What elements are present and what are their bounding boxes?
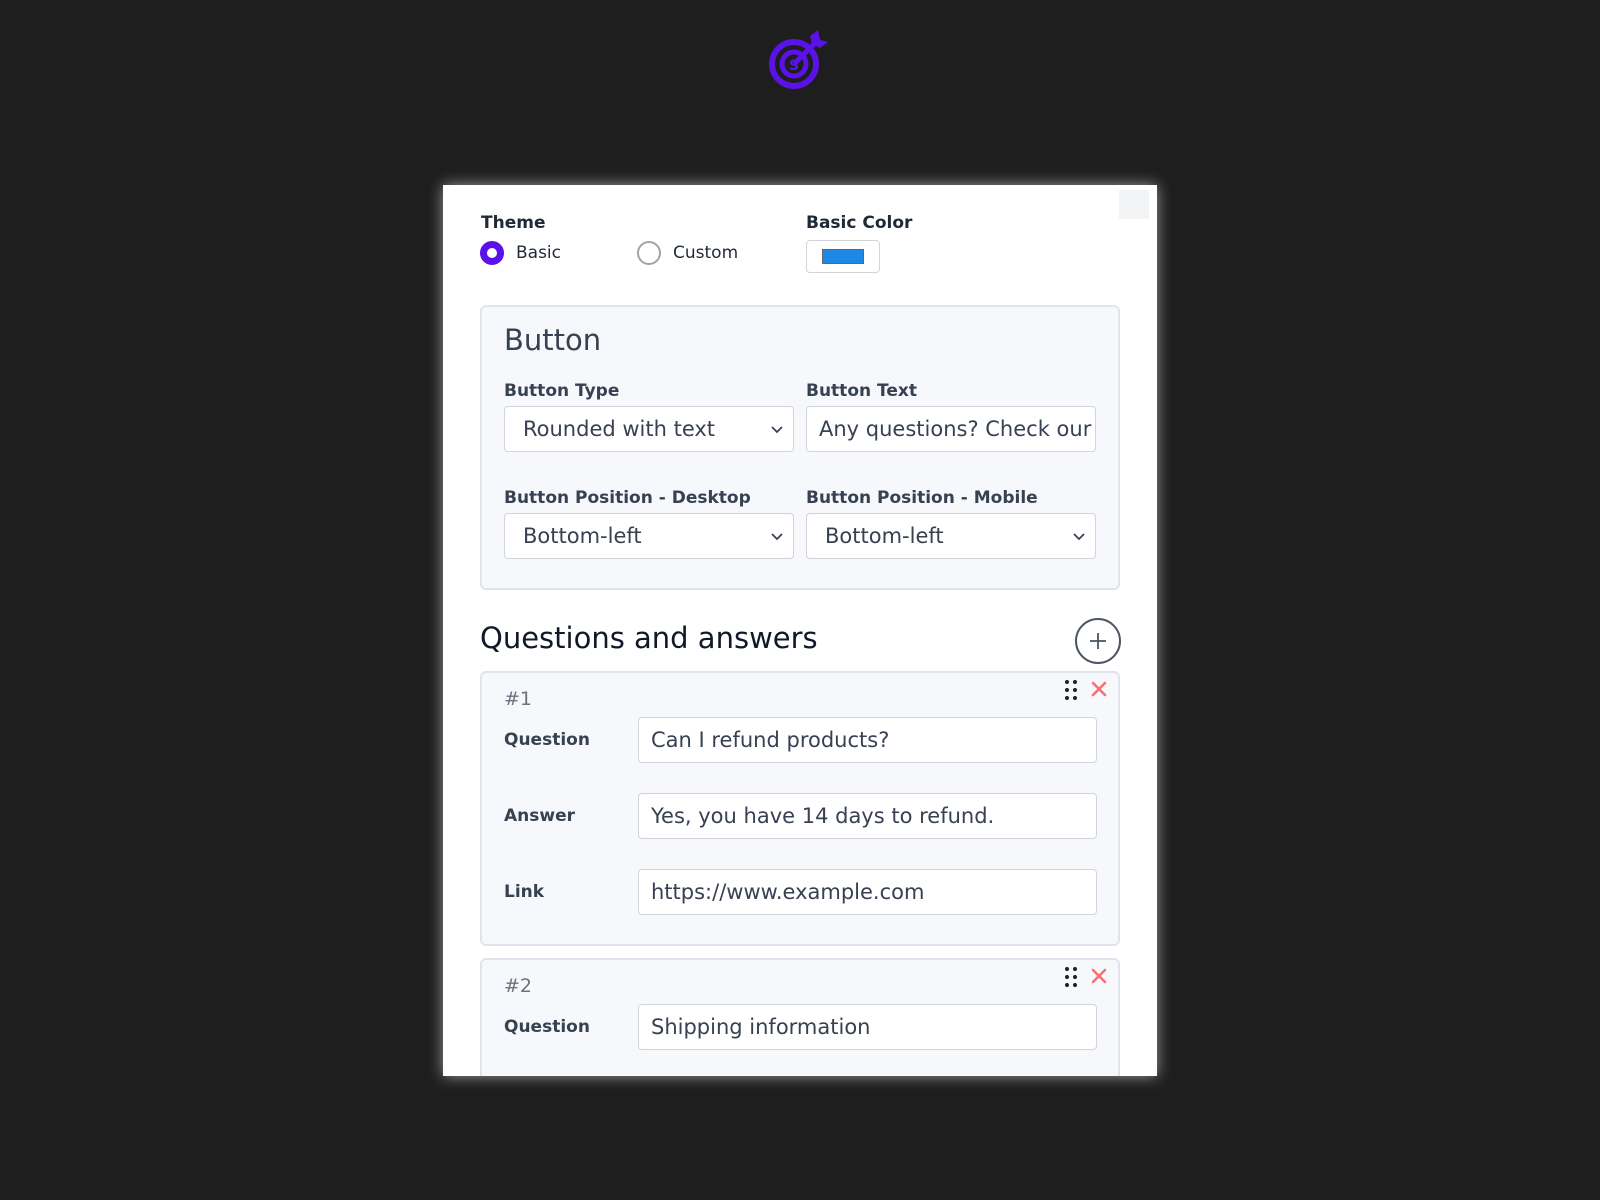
close-icon[interactable] bbox=[1090, 967, 1108, 985]
link-input[interactable]: https://www.example.com bbox=[638, 869, 1097, 915]
button-position-desktop-label: Button Position - Desktop bbox=[504, 488, 751, 508]
settings-panel: Theme Basic Custom Basic Color Button Bu… bbox=[443, 185, 1157, 1076]
chevron-down-icon bbox=[1073, 533, 1085, 541]
color-swatch bbox=[822, 249, 864, 264]
question-value: Shipping information bbox=[651, 1015, 871, 1039]
button-position-mobile-value: Bottom-left bbox=[825, 524, 944, 548]
answer-value: Yes, you have 14 days to refund. bbox=[651, 804, 995, 828]
link-value: https://www.example.com bbox=[651, 880, 925, 904]
radio-basic[interactable] bbox=[480, 241, 504, 265]
panel-corner-box bbox=[1119, 190, 1149, 219]
button-type-select[interactable]: Rounded with text bbox=[504, 406, 794, 452]
question-input[interactable]: Can I refund products? bbox=[638, 717, 1097, 763]
answer-input[interactable]: Yes, you have 14 days to refund. bbox=[638, 793, 1097, 839]
add-question-button[interactable] bbox=[1075, 618, 1121, 664]
radio-custom[interactable] bbox=[637, 241, 661, 265]
target-logo-icon: S bbox=[769, 30, 828, 89]
qa-heading: Questions and answers bbox=[480, 621, 818, 655]
drag-handle-icon[interactable] bbox=[1064, 966, 1078, 988]
chevron-down-icon bbox=[771, 426, 783, 434]
answer-label: Answer bbox=[504, 806, 575, 826]
button-position-desktop-select[interactable]: Bottom-left bbox=[504, 513, 794, 559]
qa-item-number: #2 bbox=[504, 975, 533, 997]
question-label: Question bbox=[504, 730, 590, 750]
button-position-mobile-select[interactable]: Bottom-left bbox=[806, 513, 1096, 559]
button-type-label: Button Type bbox=[504, 381, 620, 401]
button-text-label: Button Text bbox=[806, 381, 917, 401]
plus-icon bbox=[1090, 633, 1106, 649]
button-section-title: Button bbox=[504, 323, 602, 357]
button-text-input[interactable]: Any questions? Check our FAQ bbox=[806, 406, 1096, 452]
basic-color-label: Basic Color bbox=[806, 213, 913, 233]
button-settings-card: Button Button Type Rounded with text But… bbox=[480, 305, 1120, 590]
chevron-down-icon bbox=[771, 533, 783, 541]
qa-item: #2 Question Shipping information bbox=[480, 958, 1120, 1076]
question-label: Question bbox=[504, 1017, 590, 1037]
theme-label: Theme bbox=[481, 213, 546, 233]
radio-custom-label[interactable]: Custom bbox=[673, 243, 738, 263]
theme-option-basic[interactable]: Basic bbox=[480, 241, 561, 265]
radio-basic-label[interactable]: Basic bbox=[516, 243, 561, 263]
basic-color-picker[interactable] bbox=[806, 240, 880, 273]
button-position-mobile-label: Button Position - Mobile bbox=[806, 488, 1038, 508]
button-position-desktop-value: Bottom-left bbox=[523, 524, 642, 548]
button-type-value: Rounded with text bbox=[523, 417, 716, 441]
question-value: Can I refund products? bbox=[651, 728, 890, 752]
link-label: Link bbox=[504, 882, 545, 902]
drag-handle-icon[interactable] bbox=[1064, 679, 1078, 701]
question-input[interactable]: Shipping information bbox=[638, 1004, 1097, 1050]
theme-option-custom[interactable]: Custom bbox=[637, 241, 738, 265]
qa-item-number: #1 bbox=[504, 688, 533, 710]
button-text-value: Any questions? Check our FAQ bbox=[819, 417, 1095, 441]
qa-item: #1 Question Can I refund products? Answe… bbox=[480, 671, 1120, 946]
close-icon[interactable] bbox=[1090, 680, 1108, 698]
